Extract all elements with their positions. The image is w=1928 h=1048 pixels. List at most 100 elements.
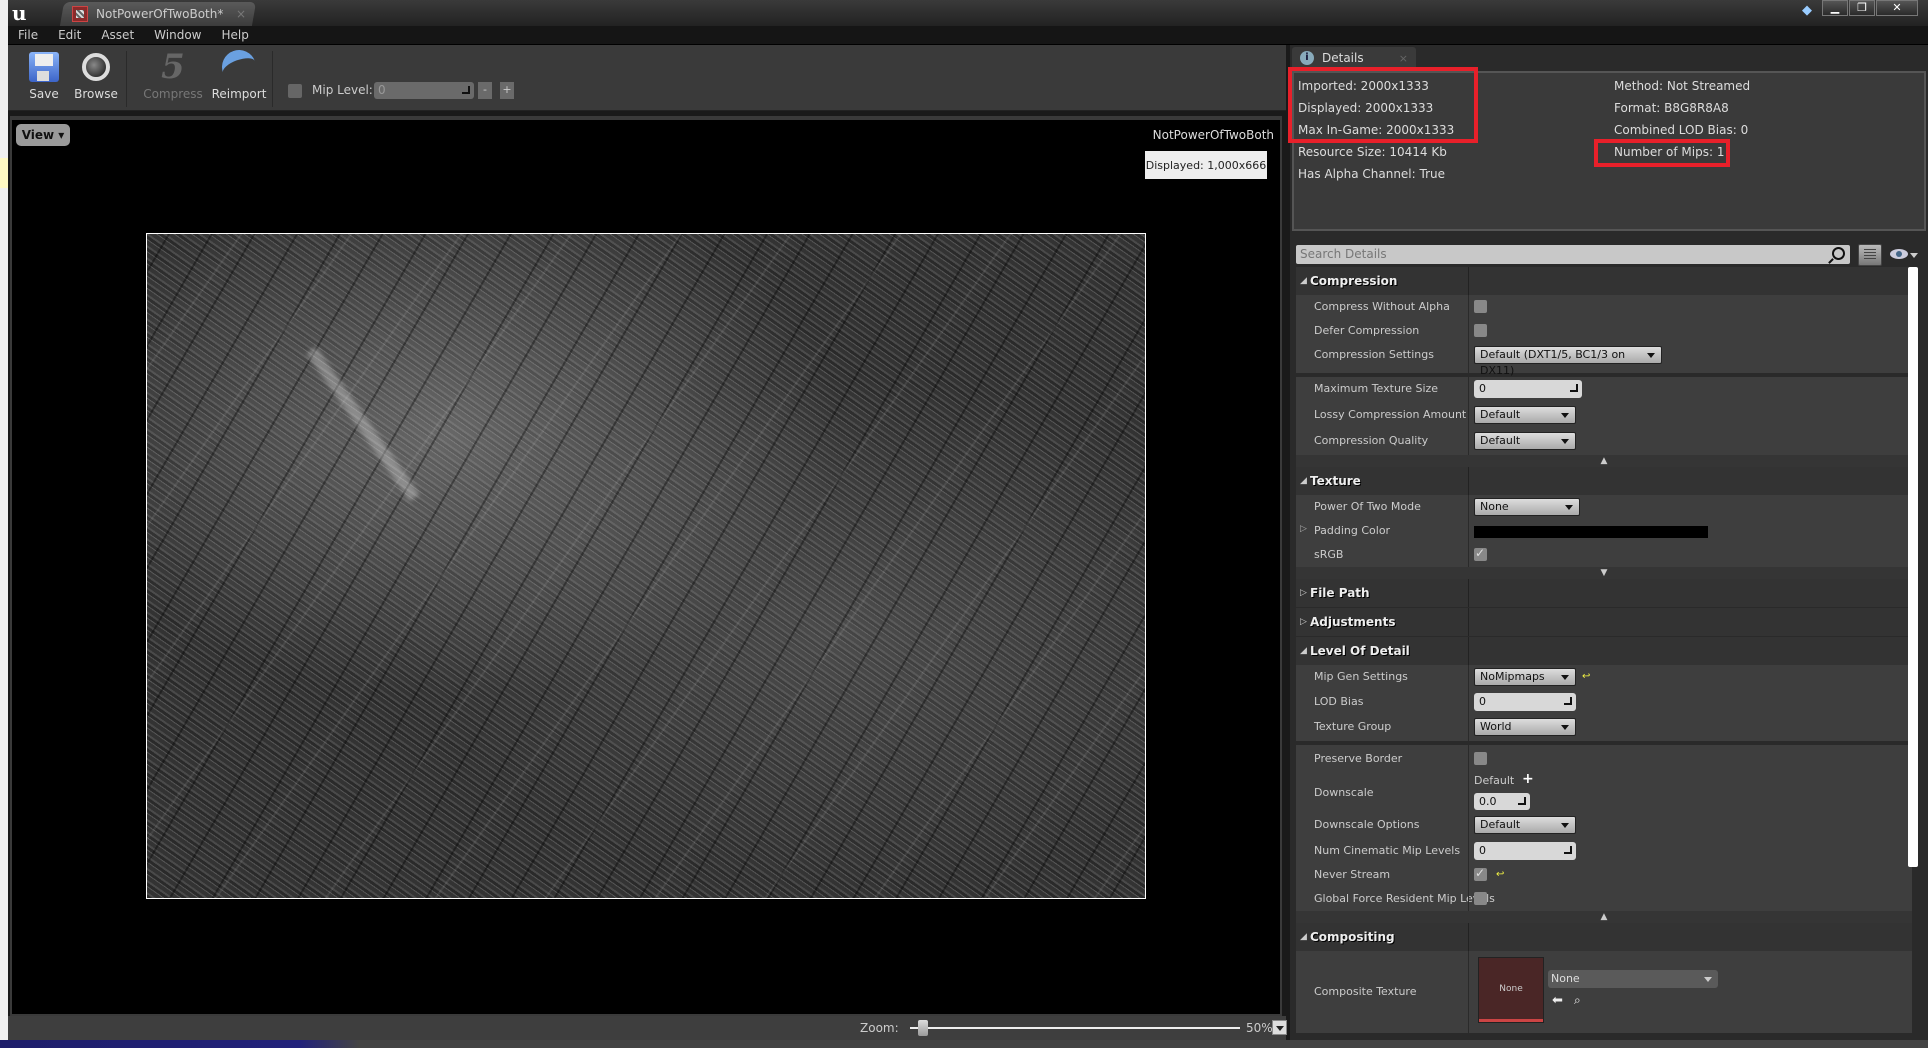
unreal-logo-icon[interactable]: u	[12, 2, 38, 24]
category-texture[interactable]: ◢ Texture	[1296, 467, 1912, 495]
browse-asset-icon[interactable]: ⌕	[1574, 993, 1581, 1008]
zoom-slider-thumb[interactable]	[917, 1020, 928, 1036]
lossy-compression-dropdown[interactable]: Default	[1474, 406, 1576, 424]
background-window-strip	[0, 0, 8, 1040]
texture-viewport[interactable]: View ▾ NotPowerOfTwoBoth Displayed: 1,00…	[10, 116, 1282, 1016]
max-texture-size-input[interactable]: 0	[1474, 380, 1582, 398]
menu-edit[interactable]: Edit	[48, 28, 91, 42]
srgb-checkbox[interactable]	[1474, 546, 1487, 561]
tutorial-hat-icon[interactable]: ◆	[1802, 3, 1820, 18]
details-scrollbar-thumb[interactable]	[1908, 267, 1918, 867]
reimport-button[interactable]: Reimport	[206, 45, 272, 101]
os-taskbar	[0, 1040, 1928, 1048]
prop-never-stream: Never Stream ↩	[1296, 863, 1912, 887]
info-lod-bias: Combined LOD Bias: 0	[1614, 123, 1749, 137]
expand-triangle-icon[interactable]: ▷	[1300, 524, 1307, 534]
search-icon	[1832, 247, 1845, 260]
category-compositing[interactable]: ◢ Compositing	[1296, 923, 1912, 951]
details-tab[interactable]: i Details ×	[1292, 47, 1416, 69]
menu-window[interactable]: Window	[144, 28, 211, 42]
add-platform-override-icon[interactable]: +	[1522, 771, 1534, 787]
save-button[interactable]: Save	[16, 49, 72, 101]
reimport-icon	[217, 45, 261, 89]
spin-drag-icon	[1564, 846, 1572, 854]
category-file-path[interactable]: ▷ File Path	[1296, 579, 1912, 607]
category-title: Compositing	[1310, 930, 1395, 944]
compress-without-alpha-checkbox[interactable]	[1474, 300, 1487, 313]
composite-texture-thumbnail[interactable]: None	[1478, 957, 1544, 1023]
category-compression[interactable]: ◢ Compression	[1296, 267, 1912, 295]
collapse-advanced-button[interactable]: ▲	[1296, 455, 1912, 467]
composite-texture-asset-picker[interactable]: None	[1548, 970, 1718, 988]
preserve-border-checkbox[interactable]	[1474, 752, 1487, 765]
restore-button[interactable]: ❐	[1849, 0, 1875, 16]
prop-num-cinematic-mips: Num Cinematic Mip Levels 0	[1296, 839, 1912, 863]
texture-group-dropdown[interactable]: World	[1474, 718, 1576, 736]
prop-label: LOD Bias	[1314, 695, 1364, 708]
close-window-button[interactable]: ✕	[1876, 0, 1918, 16]
mip-increment-button[interactable]: +	[500, 82, 514, 99]
prop-power-of-two: Power Of Two Mode None	[1296, 495, 1912, 519]
highlight-box-dimensions	[1288, 67, 1478, 143]
mip-decrement-button[interactable]: -	[478, 82, 492, 99]
downscale-options-dropdown[interactable]: Default	[1474, 816, 1576, 834]
details-tab-close-icon[interactable]: ×	[1399, 52, 1408, 65]
document-tab[interactable]: NotPowerOfTwoBoth* ×	[66, 2, 256, 26]
category-title: Adjustments	[1310, 615, 1396, 629]
info-method: Method: Not Streamed	[1614, 79, 1751, 93]
reset-to-default-icon[interactable]: ↩	[1496, 869, 1504, 880]
search-details-input[interactable]: Search Details	[1296, 245, 1850, 264]
compression-quality-dropdown[interactable]: Default	[1474, 432, 1576, 450]
details-info-icon: i	[1300, 51, 1314, 65]
power-of-two-dropdown[interactable]: None	[1474, 498, 1580, 516]
expand-advanced-button[interactable]: ▼	[1296, 567, 1912, 579]
category-adjustments[interactable]: ▷ Adjustments	[1296, 608, 1912, 636]
compression-settings-dropdown[interactable]: Default (DXT1/5, BC1/3 on DX11)	[1474, 346, 1662, 377]
reimport-label: Reimport	[211, 87, 267, 101]
compress-button[interactable]: 5 Compress	[138, 47, 208, 101]
prop-label: Power Of Two Mode	[1314, 500, 1421, 513]
menu-help[interactable]: Help	[211, 28, 258, 42]
collapse-advanced-button[interactable]: ▲	[1296, 911, 1912, 923]
defer-compression-checkbox[interactable]	[1474, 324, 1487, 337]
mip-level-checkbox[interactable]	[288, 84, 302, 98]
details-tab-label: Details	[1322, 51, 1364, 65]
minimize-button[interactable]: ▁	[1822, 0, 1848, 16]
zoom-slider-track[interactable]	[910, 1027, 1240, 1029]
global-force-resident-checkbox[interactable]	[1474, 892, 1487, 905]
prop-srgb: sRGB	[1296, 543, 1912, 567]
num-cinematic-mips-input[interactable]: 0	[1474, 842, 1576, 860]
browse-button[interactable]: Browse	[68, 49, 124, 101]
menu-asset[interactable]: Asset	[91, 28, 144, 42]
view-menu-button[interactable]: View ▾	[16, 124, 70, 146]
category-level-of-detail[interactable]: ◢ Level Of Detail	[1296, 637, 1912, 665]
displayed-size-badge: Displayed: 1,000x666	[1144, 150, 1268, 180]
collapsed-triangle-icon: ▷	[1300, 617, 1307, 627]
tab-close-icon[interactable]: ×	[236, 7, 246, 21]
prop-compression-quality: Compression Quality Default	[1296, 429, 1912, 455]
prop-label: Composite Texture	[1314, 985, 1417, 998]
expanded-triangle-icon: ◢	[1300, 276, 1307, 286]
view-options-caret-icon[interactable]	[1910, 253, 1918, 258]
info-resource-size: Resource Size: 10414 Kb	[1298, 145, 1447, 159]
property-matrix-button[interactable]	[1858, 244, 1882, 266]
menu-file[interactable]: File	[8, 28, 48, 42]
prop-composite-texture: Composite Texture None None ⬅ ⌕	[1296, 951, 1912, 1033]
toolbar: Save Browse 5 Compress Reimport	[8, 45, 1286, 111]
zoom-dropdown-button[interactable]	[1272, 1020, 1287, 1035]
mip-level-input[interactable]: 0	[374, 82, 474, 99]
reset-to-default-icon[interactable]: ↩	[1582, 671, 1590, 682]
downscale-input[interactable]: 0.0	[1474, 793, 1530, 810]
details-panel: i Details × Imported: 2000x1333 Displaye…	[1288, 45, 1928, 1040]
use-selected-asset-icon[interactable]: ⬅	[1552, 993, 1563, 1008]
prop-label: Defer Compression	[1314, 324, 1420, 337]
prop-label: Never Stream	[1314, 868, 1391, 881]
padding-color-swatch[interactable]	[1474, 526, 1708, 538]
view-options-eye-icon[interactable]	[1890, 249, 1908, 259]
max-texture-size-value: 0	[1479, 382, 1486, 395]
lod-bias-input[interactable]: 0	[1474, 693, 1576, 711]
never-stream-checkbox[interactable]	[1474, 866, 1487, 881]
spin-drag-icon	[1570, 384, 1578, 392]
prop-texture-group: Texture Group World	[1296, 715, 1912, 741]
mip-gen-settings-dropdown[interactable]: NoMipmaps	[1474, 668, 1576, 686]
